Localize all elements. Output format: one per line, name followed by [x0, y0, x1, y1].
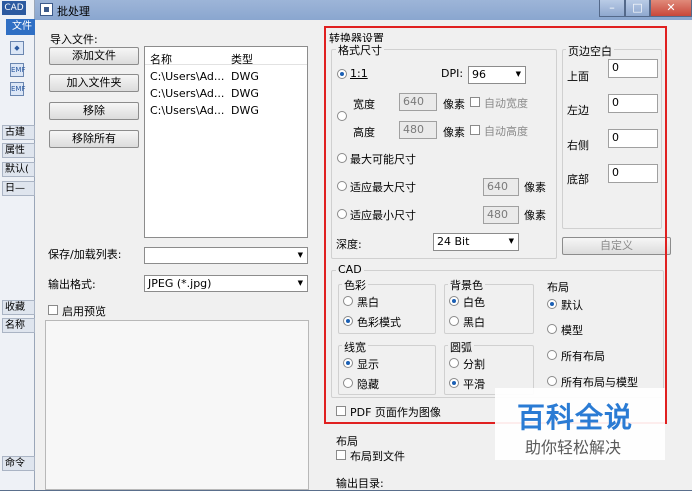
chevron-down-icon: ▼	[297, 279, 303, 287]
add-file-button[interactable]: 添加文件	[49, 47, 139, 65]
file-tab[interactable]: 文件	[6, 19, 35, 35]
column-type[interactable]: 类型	[231, 51, 253, 67]
save-load-label: 保存/加载列表:	[48, 248, 122, 261]
app-logo: CAD	[2, 1, 26, 15]
dialog-titlebar[interactable]	[35, 0, 692, 20]
output-format-select[interactable]: JPEG (*.jpg) ▼	[144, 275, 308, 292]
tool-icon[interactable]: ◆	[10, 41, 24, 55]
layout-to-file-checkbox[interactable]	[336, 450, 346, 460]
layout-to-file-label: 布局到文件	[350, 450, 405, 463]
output-format-label: 输出格式:	[48, 278, 96, 291]
file-name[interactable]: C:\Users\Ad...	[150, 87, 224, 100]
file-name[interactable]: C:\Users\Ad...	[150, 70, 224, 83]
remove-all-button[interactable]: 移除所有	[49, 130, 139, 148]
file-type: DWG	[231, 104, 259, 117]
add-folder-button[interactable]: 加入文件夹	[49, 74, 139, 92]
bg-label: 默认(	[2, 162, 35, 177]
close-icon[interactable]: ✕	[650, 0, 692, 17]
watermark-title: 百科全说	[517, 401, 634, 434]
remove-button[interactable]: 移除	[49, 102, 139, 120]
save-load-select[interactable]: ▼	[144, 247, 308, 264]
bg-label: 属性	[2, 143, 35, 158]
preview-checkbox[interactable]	[48, 305, 58, 315]
output-dir-label: 输出目录:	[336, 477, 384, 490]
emf-icon[interactable]: EMF	[10, 63, 26, 77]
bg-label: 命令	[2, 456, 35, 471]
file-type: DWG	[231, 87, 259, 100]
dialog-icon	[40, 3, 53, 16]
bg-label: 名称	[2, 318, 35, 333]
file-list[interactable]: 名称 类型 C:\Users\Ad... DWG C:\Users\Ad... …	[144, 46, 308, 238]
bg-label: 日—	[2, 181, 35, 196]
import-label: 导入文件:	[50, 33, 98, 46]
file-name[interactable]: C:\Users\Ad...	[150, 104, 224, 117]
bg-label: 收藏	[2, 300, 35, 315]
maximize-icon[interactable]: □	[625, 0, 650, 17]
column-name[interactable]: 名称	[150, 51, 172, 67]
watermark-subtitle: 助你轻松解决	[525, 438, 622, 457]
lower-layout-title: 布局	[336, 435, 358, 448]
preview-area	[45, 320, 309, 490]
minimize-icon[interactable]: –	[599, 0, 625, 17]
chevron-down-icon: ▼	[297, 251, 303, 259]
dialog-title: 批处理	[57, 5, 90, 18]
preview-label: 启用预览	[62, 305, 106, 318]
emf-icon[interactable]: EMF	[10, 82, 26, 96]
file-type: DWG	[231, 70, 259, 83]
highlight-box	[324, 26, 667, 424]
bg-label: 古建	[2, 125, 35, 140]
